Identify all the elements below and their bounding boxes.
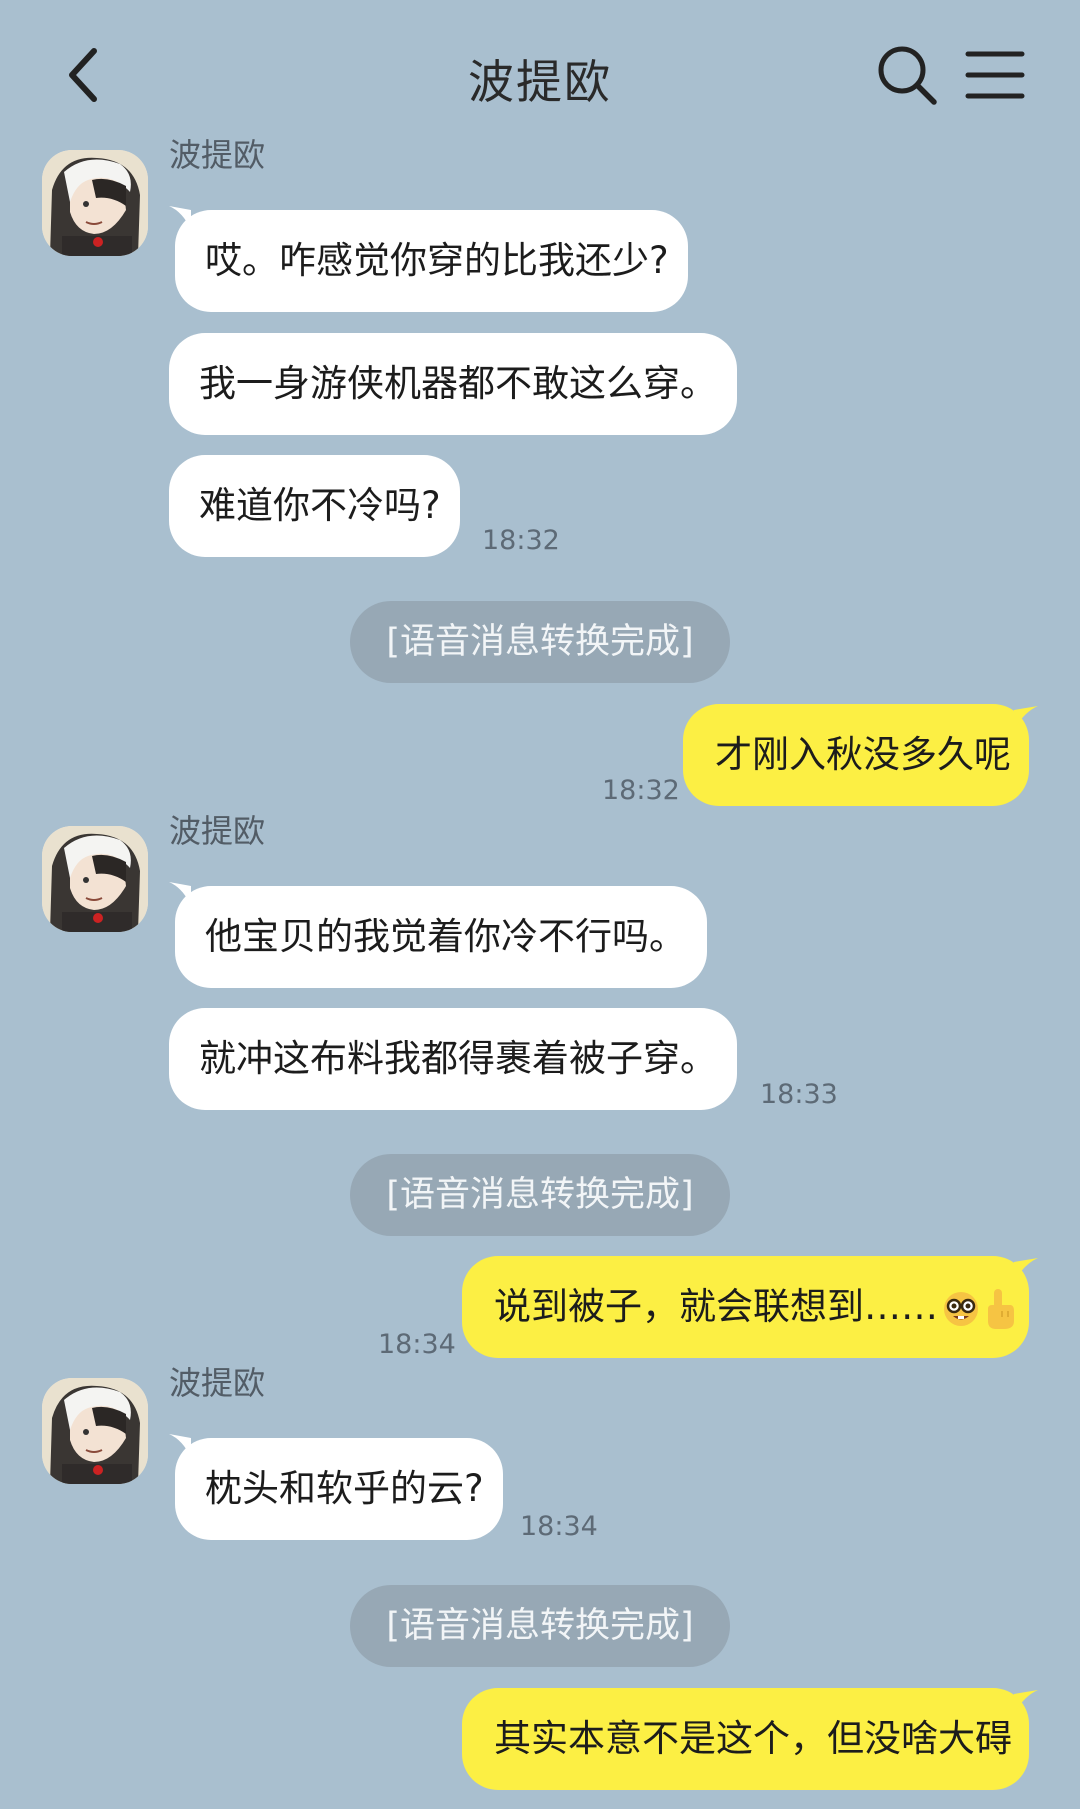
system-notice-pill: [语音消息转换完成] <box>350 1154 730 1236</box>
message-timestamp: 18:34 <box>520 1511 598 1542</box>
bubble-tail-icon <box>1014 1690 1038 1714</box>
system-notice-pill: [语音消息转换完成] <box>350 1585 730 1667</box>
sender-name: 波提欧 <box>169 136 266 174</box>
incoming-message-bubble[interactable]: 我一身游侠机器都不敢这么穿。 <box>169 333 737 435</box>
bubble-tail-icon <box>1014 706 1038 730</box>
contact-avatar[interactable] <box>42 1378 148 1484</box>
sender-name: 波提欧 <box>169 812 266 850</box>
system-notice-pill: [语音消息转换完成] <box>350 601 730 683</box>
incoming-message-bubble[interactable]: 枕头和软乎的云? <box>175 1438 503 1540</box>
search-icon[interactable] <box>876 44 938 106</box>
incoming-message-bubble[interactable]: 哎。咋感觉你穿的比我还少? <box>175 210 688 312</box>
message-timestamp: 18:33 <box>760 1079 838 1110</box>
outgoing-message-bubble[interactable]: 才刚入秋没多久呢 <box>683 704 1029 806</box>
chat-header: 波提欧 <box>0 0 1080 150</box>
message-text: 说到被子，就会联想到…… <box>494 1285 938 1328</box>
bubble-tail-icon <box>1014 1258 1038 1282</box>
outgoing-message-bubble[interactable]: 说到被子，就会联想到…… <box>462 1256 1029 1358</box>
avatar-portrait-icon <box>42 150 148 256</box>
contact-avatar[interactable] <box>42 826 148 932</box>
nerd-face-emoji-icon <box>944 1291 978 1326</box>
outgoing-message-bubble[interactable]: 其实本意不是这个，但没啥大碍 <box>462 1688 1029 1790</box>
message-timestamp: 18:34 <box>378 1329 456 1360</box>
menu-icon[interactable] <box>964 48 1026 102</box>
avatar-portrait-icon <box>42 1378 148 1484</box>
sender-name: 波提欧 <box>169 1364 266 1402</box>
pointing-up-emoji-icon <box>988 1288 1014 1329</box>
message-timestamp: 18:32 <box>482 525 560 556</box>
incoming-message-bubble[interactable]: 就冲这布料我都得裹着被子穿。 <box>169 1008 737 1110</box>
avatar-portrait-icon <box>42 826 148 932</box>
incoming-message-bubble[interactable]: 难道你不冷吗? <box>169 455 460 557</box>
contact-avatar[interactable] <box>42 150 148 256</box>
message-timestamp: 18:32 <box>602 775 680 806</box>
incoming-message-bubble[interactable]: 他宝贝的我觉着你冷不行吗。 <box>175 886 707 988</box>
